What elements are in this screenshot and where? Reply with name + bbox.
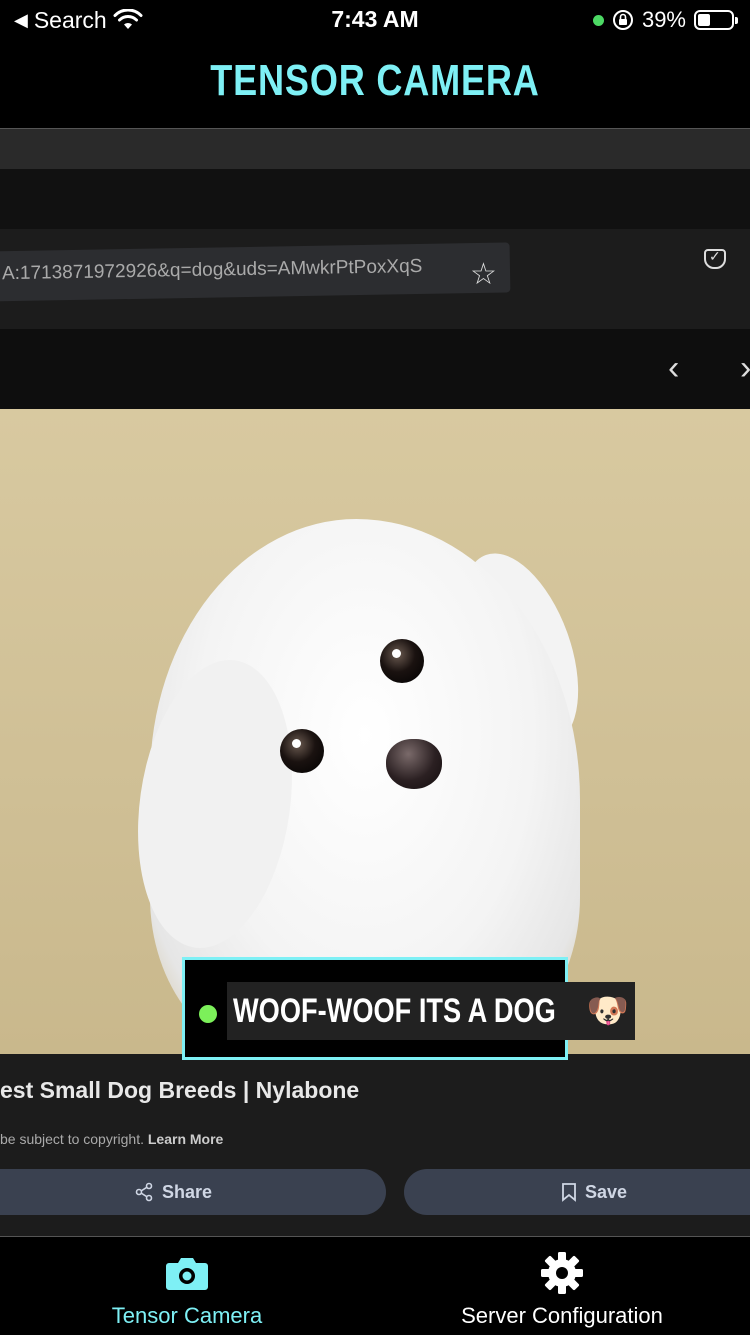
gear-icon bbox=[541, 1252, 583, 1294]
camera-scene-copyright: be subject to copyright. Learn More bbox=[0, 1131, 223, 1147]
app-header: TENSOR CAMERA bbox=[0, 40, 750, 129]
save-label: Save bbox=[584, 1181, 628, 1202]
star-icon: ☆ bbox=[470, 258, 497, 291]
camera-scene-band bbox=[0, 169, 750, 229]
camera-scene-urlbar: A:1713871972926&q=dog&uds=AMwkrPtPoxXqS bbox=[0, 242, 511, 302]
tab-label: Tensor Camera bbox=[111, 1303, 263, 1328]
dog-emoji-icon: 🐶 bbox=[586, 992, 629, 1030]
camera-in-use-dot bbox=[592, 14, 604, 26]
tab-tensor-camera[interactable]: Tensor Camera bbox=[62, 1237, 312, 1335]
detection-box: WOOF-WOOF ITS A DOG 🐶 bbox=[182, 957, 635, 1060]
bookmark-icon bbox=[562, 1183, 576, 1202]
detection-label: WOOF-WOOF ITS A DOG 🐶 bbox=[227, 982, 635, 1040]
battery-icon bbox=[694, 10, 738, 30]
page-title: TENSOR CAMERA bbox=[210, 56, 540, 105]
learn-more-text: Learn More bbox=[147, 1131, 224, 1147]
chevron-left-icon: ‹ bbox=[668, 349, 680, 387]
camera-preview: A:1713871972926&q=dog&uds=AMwkrPtPoxXqS … bbox=[0, 129, 750, 1236]
scene-share-pill: Share bbox=[0, 1169, 386, 1215]
camera-scene-url: A:1713871972926&q=dog&uds=AMwkrPtPoxXqS bbox=[1, 255, 423, 285]
camera-icon bbox=[166, 1258, 208, 1290]
tab-label: Server Configuration bbox=[461, 1303, 663, 1328]
share-label: Share bbox=[161, 1181, 213, 1202]
detection-text: WOOF-WOOF ITS A DOG bbox=[233, 991, 556, 1030]
pocket-icon bbox=[704, 248, 726, 269]
dog-eye-left bbox=[280, 729, 324, 773]
share-icon bbox=[135, 1182, 153, 1202]
battery-percent: 39% bbox=[641, 7, 686, 32]
orientation-lock-icon bbox=[612, 10, 633, 30]
tab-bar: Tensor Camera Server Configuration bbox=[0, 1236, 750, 1335]
scene-save-pill: Save bbox=[404, 1169, 750, 1215]
detection-status-dot bbox=[199, 1005, 217, 1023]
camera-scene-caption: est Small Dog Breeds | Nylabone bbox=[0, 1077, 360, 1103]
camera-scene-top bbox=[0, 129, 750, 169]
chevron-right-icon: › bbox=[740, 349, 750, 388]
dog-eye-right bbox=[380, 639, 424, 683]
status-bar: ◀ Search 7:43 AM 39% bbox=[0, 0, 750, 40]
copyright-text: be subject to copyright. bbox=[0, 1131, 144, 1147]
dog-nose bbox=[386, 739, 442, 789]
tab-server-configuration[interactable]: Server Configuration bbox=[436, 1237, 688, 1335]
camera-scene-navrow bbox=[0, 329, 750, 409]
